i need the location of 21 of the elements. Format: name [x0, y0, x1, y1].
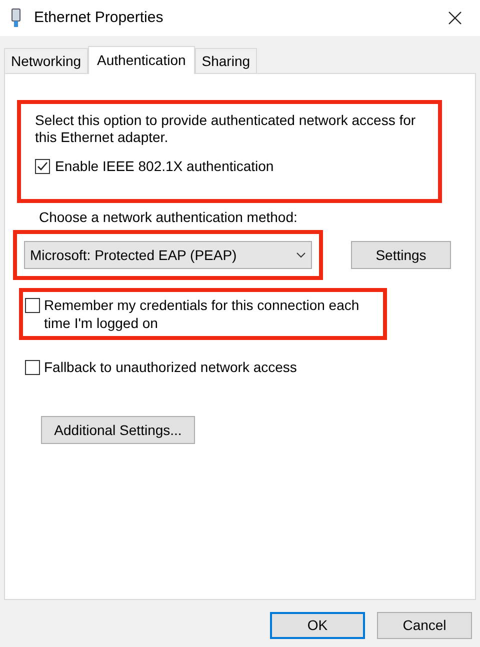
additional-settings-button[interactable]: Additional Settings... [41, 416, 195, 444]
close-icon[interactable] [448, 11, 462, 25]
checkmark-icon [37, 161, 48, 172]
checkbox[interactable] [25, 360, 40, 375]
dialog-button[interactable]: OK [270, 612, 365, 639]
description-text: Select this option to provide authenticated network access for this Ethernet adapter. [35, 112, 417, 146]
ethernet-plug-icon [10, 8, 22, 28]
method-label: Choose a network authentication method: [39, 208, 298, 227]
checkbox-label: Enable IEEE 802.1X authentication [55, 157, 274, 176]
chevron-down-icon [296, 252, 306, 258]
settings-button[interactable]: Settings [351, 241, 451, 269]
dialog-button[interactable]: Cancel [377, 612, 472, 639]
method-dropdown[interactable]: Microsoft: Protected EAP (PEAP) [24, 241, 312, 269]
checkbox-label: Fallback to unauthorized network access [44, 358, 297, 376]
tab[interactable]: Sharing [194, 48, 258, 73]
checkbox[interactable] [25, 298, 40, 313]
checkbox[interactable] [35, 159, 50, 174]
tab[interactable]: Authentication [88, 46, 195, 74]
tab[interactable]: Networking [4, 48, 88, 73]
window-title: Ethernet Properties [34, 8, 164, 28]
checkbox-label: Remember my credentials for this connection each time I'm logged on [44, 296, 360, 332]
